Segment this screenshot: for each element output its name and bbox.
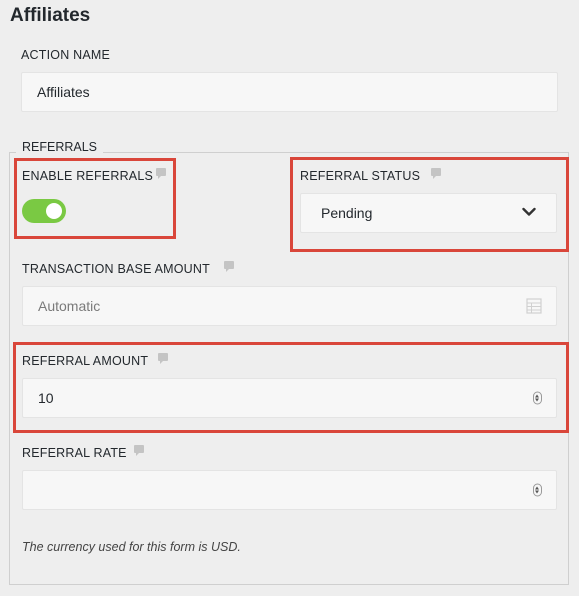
- action-name-value: Affiliates: [37, 84, 90, 100]
- referral-rate-label: REFERRAL RATE: [22, 446, 127, 460]
- transaction-base-amount-label: TRANSACTION BASE AMOUNT: [22, 262, 210, 276]
- currency-note: The currency used for this form is USD.: [22, 540, 241, 554]
- calculator-icon: [526, 298, 542, 314]
- help-tooltip-icon[interactable]: [224, 261, 234, 272]
- highlight-referral-amount: [13, 342, 569, 433]
- number-spinner-icon[interactable]: [533, 483, 542, 497]
- transaction-base-amount-input[interactable]: Automatic: [22, 286, 557, 326]
- highlight-enable-referrals: [14, 158, 176, 239]
- help-tooltip-icon[interactable]: [134, 445, 144, 456]
- referrals-legend: REFERRALS: [16, 140, 104, 154]
- transaction-base-amount-placeholder: Automatic: [38, 298, 101, 314]
- action-name-label: ACTION NAME: [21, 48, 111, 62]
- referral-rate-input[interactable]: [22, 470, 557, 510]
- page-title: Affiliates: [10, 5, 91, 26]
- action-name-input[interactable]: Affiliates: [21, 72, 558, 112]
- highlight-referral-status: [290, 157, 569, 252]
